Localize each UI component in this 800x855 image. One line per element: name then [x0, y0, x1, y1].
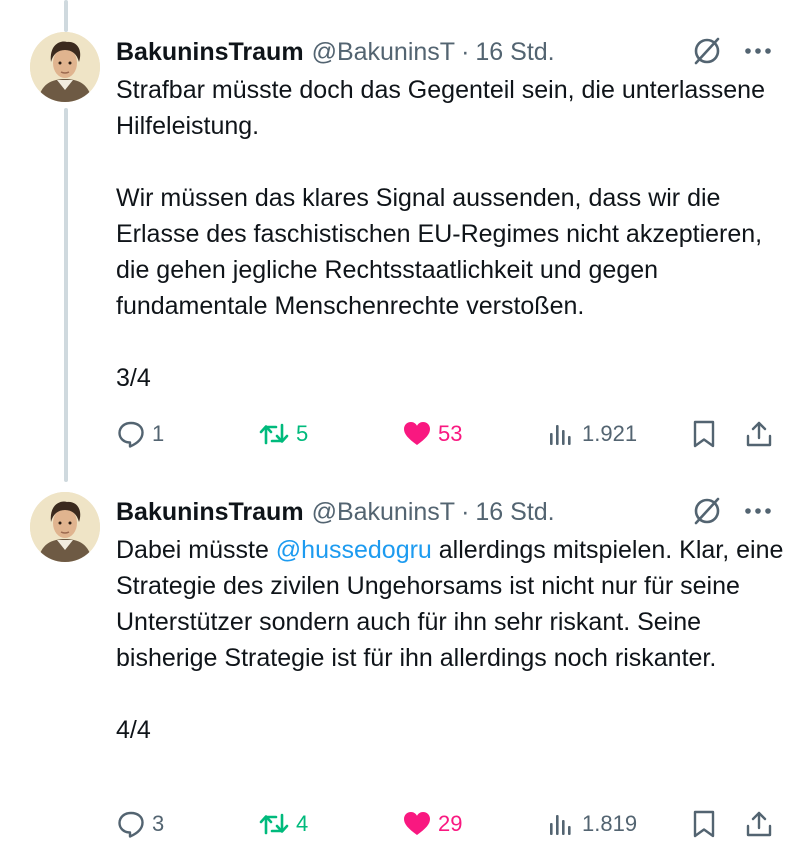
reply-count: 1 — [152, 421, 165, 446]
action-bar: 3 4 29 1.819 — [0, 804, 800, 844]
views-icon — [550, 815, 571, 835]
separator-dot: · — [461, 497, 470, 526]
thread-counter: 3/4 — [116, 364, 151, 392]
display-name[interactable]: BakuninsTraum — [116, 38, 304, 67]
like-icon — [404, 812, 430, 835]
reply-icon — [118, 421, 144, 448]
like-count: 53 — [438, 421, 463, 446]
bookmark-button[interactable] — [690, 804, 718, 844]
avatar[interactable] — [30, 32, 100, 102]
tweet-header: BakuninsTraum @BakuninsT · 16 Std. — [116, 32, 555, 72]
repost-count: 5 — [296, 421, 309, 446]
views-button[interactable]: 1.819 — [546, 804, 637, 844]
bookmark-icon — [693, 810, 715, 838]
bookmark-icon — [693, 420, 715, 448]
thread-counter: 4/4 — [116, 716, 151, 744]
reply-button[interactable]: 1 — [116, 414, 164, 454]
share-icon — [746, 421, 772, 447]
reply-button[interactable]: 3 — [116, 804, 164, 844]
tweet-header: BakuninsTraum @BakuninsT · 16 Std. — [116, 492, 555, 532]
views-count: 1.921 — [582, 421, 638, 446]
reply-count: 3 — [152, 811, 165, 836]
text-before-mention: Dabei müsste — [116, 536, 276, 564]
tweet-text: Strafbar müsste doch das Gegenteil sein,… — [116, 72, 786, 396]
tweet-paragraph: Dabei müsste @hussedogru allerdings mits… — [116, 532, 786, 676]
mention-link[interactable]: @hussedogru — [276, 536, 432, 564]
repost-button[interactable]: 5 — [258, 414, 308, 454]
display-name[interactable]: BakuninsTraum — [116, 498, 304, 527]
avatar[interactable] — [30, 492, 100, 562]
repost-button[interactable]: 4 — [258, 804, 308, 844]
timestamp[interactable]: 16 Std. — [475, 498, 554, 527]
more-icon[interactable] — [740, 496, 776, 526]
like-icon — [404, 422, 430, 445]
tweet-paragraph: Wir müssen das klares Signal aussenden, … — [116, 184, 763, 320]
separator-dot: · — [461, 37, 470, 66]
repost-icon — [259, 813, 289, 835]
action-bar: 1 5 53 1.921 — [0, 414, 800, 454]
share-button[interactable] — [744, 414, 774, 454]
more-icon[interactable] — [740, 36, 776, 66]
like-count: 29 — [438, 811, 463, 836]
thread-line-top — [64, 0, 68, 32]
tweet[interactable]: BakuninsTraum @BakuninsT · 16 Std. Dabei… — [0, 492, 800, 847]
views-icon — [550, 425, 571, 445]
views-count: 1.819 — [582, 811, 638, 836]
tweet-text: Dabei müsste @hussedogru allerdings mits… — [116, 532, 786, 748]
tweet[interactable]: BakuninsTraum @BakuninsT · 16 Std. Straf… — [0, 32, 800, 457]
user-handle[interactable]: @BakuninsT — [312, 498, 456, 527]
share-button[interactable] — [744, 804, 774, 844]
like-button[interactable]: 53 — [402, 414, 462, 454]
user-handle[interactable]: @BakuninsT — [312, 38, 456, 67]
reply-icon — [118, 811, 144, 838]
views-button[interactable]: 1.921 — [546, 414, 637, 454]
grok-icon[interactable] — [690, 494, 724, 528]
bookmark-button[interactable] — [690, 414, 718, 454]
repost-icon — [259, 423, 289, 445]
timestamp[interactable]: 16 Std. — [475, 38, 554, 67]
like-button[interactable]: 29 — [402, 804, 462, 844]
tweet-paragraph: Strafbar müsste doch das Gegenteil sein,… — [116, 76, 765, 140]
repost-count: 4 — [296, 811, 309, 836]
share-icon — [746, 811, 772, 837]
grok-icon[interactable] — [690, 34, 724, 68]
